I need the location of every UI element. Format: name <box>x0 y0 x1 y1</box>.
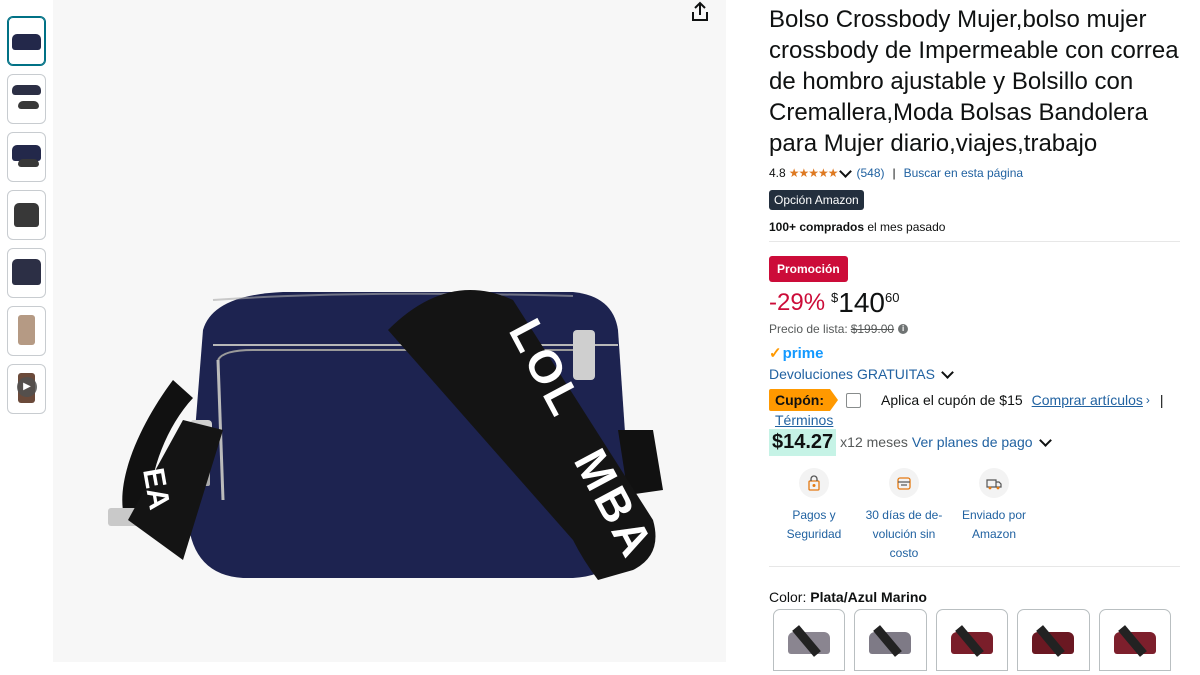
thumbnail-6[interactable] <box>7 306 46 356</box>
coupon-row: Cupón: Aplica el cupón de $15 Comprar ar… <box>769 389 1180 411</box>
color-swatch-5[interactable] <box>1098 609 1172 671</box>
search-page-link[interactable]: Buscar en esta página <box>904 166 1023 180</box>
prime-badge: ✓ prime <box>769 344 1180 363</box>
shop-items-link[interactable]: Comprar artículos <box>1032 392 1143 408</box>
list-price: Precio de lista: $199.00 i <box>769 322 1180 336</box>
product-details: Bolso Crossbody Mujer,bolso mujer crossb… <box>769 0 1180 671</box>
coupon-text: Aplica el cupón de $15 <box>880 392 1023 408</box>
installment-amount: $14.27 <box>769 428 837 456</box>
terms-link[interactable]: Términos <box>775 412 833 428</box>
color-swatches <box>773 609 1180 671</box>
feature-shipped-by-amazon[interactable]: Enviado por Amazon <box>949 468 1039 563</box>
color-label: Color: Plata/Azul Marino <box>769 589 1180 605</box>
terms-row: Términos <box>769 412 1180 428</box>
rating-value: 4.8 <box>769 166 786 180</box>
thumbnail-image <box>12 34 41 50</box>
price-fraction: 60 <box>884 290 900 305</box>
amazon-choice-badge: Opción Amazon <box>769 190 864 210</box>
delivery-truck-icon <box>979 468 1009 498</box>
chevron-right-icon[interactable]: › <box>1146 393 1150 407</box>
bought-count-bold: 100+ comprados <box>769 220 865 234</box>
thumbnail-4[interactable] <box>7 190 46 240</box>
thumbnail-image <box>14 203 39 227</box>
divider <box>769 241 1180 242</box>
separator: | <box>892 166 896 180</box>
product-title: Bolso Crossbody Mujer,bolso mujer crossb… <box>769 6 1179 157</box>
secure-payment-icon <box>799 468 829 498</box>
chevron-down-icon[interactable] <box>839 165 853 178</box>
color-swatch-4[interactable] <box>1017 609 1090 671</box>
thumbnail-1[interactable] <box>7 16 46 66</box>
bought-count: 100+ comprados el mes pasado <box>769 220 1180 234</box>
coupon-checkbox[interactable] <box>845 392 861 408</box>
star-rating-icon[interactable]: ★★★★★ <box>789 166 839 180</box>
thumbnail-2[interactable] <box>7 74 46 124</box>
thumbnail-image <box>12 259 41 285</box>
share-icon[interactable] <box>688 0 712 24</box>
thumbnail-video[interactable]: ▶ <box>7 364 46 414</box>
color-swatch-2[interactable] <box>854 609 927 671</box>
feature-free-returns[interactable]: 30 días de de-volución sin costo <box>859 468 949 563</box>
payment-plans-link[interactable]: Ver planes de pago <box>912 434 1033 450</box>
thumbnail-image <box>18 159 39 167</box>
color-label-text: Color: <box>769 589 807 605</box>
discount-percent: -29% <box>769 289 826 316</box>
prime-label: prime <box>782 344 824 362</box>
bought-count-rest: el mes pasado <box>864 220 946 234</box>
price-whole: 140 <box>838 287 885 318</box>
coupon-tag: Cupón: <box>769 389 838 411</box>
price-currency: $ <box>831 290 839 305</box>
separator: | <box>1159 392 1164 408</box>
color-swatch-1[interactable] <box>773 609 846 671</box>
thumbnail-3[interactable] <box>7 132 46 182</box>
thumbnail-image <box>18 101 39 109</box>
return-box-icon <box>889 468 919 498</box>
thumbnail-image <box>18 315 35 345</box>
prime-check-icon: ✓ <box>769 345 782 362</box>
product-bag-illustration: LOL MBA EA <box>108 290 665 580</box>
info-icon[interactable]: i <box>898 324 909 334</box>
free-returns-link[interactable]: Devoluciones GRATUITAS <box>769 366 1180 382</box>
thumbnail-list: ▶ <box>7 16 47 422</box>
chevron-down-icon[interactable] <box>1038 434 1052 447</box>
feature-label: Enviado por Amazon <box>961 508 1027 541</box>
chevron-down-icon <box>941 366 954 379</box>
play-icon: ▶ <box>17 377 37 397</box>
feature-icons: Pagos y Seguridad 30 días de de-volución… <box>769 468 1180 563</box>
thumbnail-image <box>12 85 41 95</box>
list-price-value: $199.00 <box>850 322 895 336</box>
feature-label: Pagos y Seguridad <box>786 508 842 541</box>
main-product-image[interactable]: LOL MBA EA <box>53 0 726 662</box>
ratings-count-link[interactable]: (548) <box>856 166 884 180</box>
free-returns-label: Devoluciones GRATUITAS <box>769 366 935 382</box>
feature-secure-payment[interactable]: Pagos y Seguridad <box>769 468 859 563</box>
rating-row: 4.8 ★★★★★ (548) | Buscar en esta página <box>769 164 1180 182</box>
promotion-badge: Promoción <box>769 256 848 282</box>
thumbnail-5[interactable] <box>7 248 46 298</box>
color-swatch-3[interactable] <box>935 609 1009 671</box>
price-row: -29% $ 140 60 <box>769 288 1180 320</box>
installment-months: x12 meses <box>840 434 908 450</box>
color-selected-value: Plata/Azul Marino <box>810 589 927 605</box>
divider <box>769 566 1180 567</box>
list-price-label: Precio de lista: <box>769 322 848 336</box>
installments-row: $14.27 x12 meses Ver planes de pago <box>769 428 1180 456</box>
feature-label: 30 días de de-volución sin costo <box>865 508 943 560</box>
